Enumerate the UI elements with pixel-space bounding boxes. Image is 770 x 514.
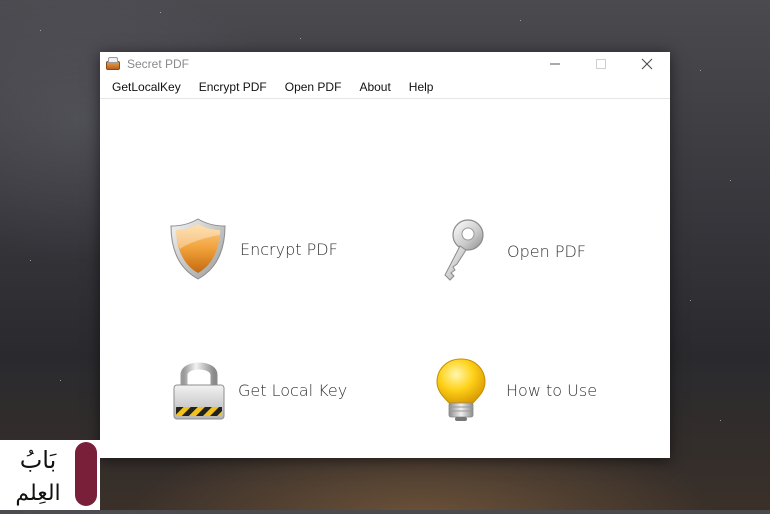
shield-icon [170,218,226,280]
close-button[interactable] [624,52,670,76]
get-local-key-label: Get Local Key [238,380,348,400]
open-pdf-tile[interactable]: Open PDF [435,217,586,285]
key-icon [444,219,484,281]
title-bar[interactable]: Secret PDF [100,52,670,76]
watermark-logo: بَابُ العِلم [0,440,100,510]
minimize-button[interactable] [532,52,578,76]
maximize-icon [596,59,606,69]
watermark-graphic: بَابُ العِلم [0,440,100,510]
watermark-text-line2: العِلم [15,481,60,506]
menu-bar: GetLocalKey Encrypt PDF Open PDF About H… [100,76,670,99]
open-pdf-label: Open PDF [507,241,586,261]
get-local-key-tile[interactable]: Get Local Key [170,357,347,423]
maximize-button[interactable] [578,52,624,76]
main-panel: Encrypt PDF Open PDF Get Local Key How t… [100,99,670,457]
how-to-use-tile[interactable]: How to Use [434,357,597,423]
menu-encrypt-pdf[interactable]: Encrypt PDF [190,76,276,98]
menu-help[interactable]: Help [400,76,443,98]
menu-getlocalkey[interactable]: GetLocalKey [103,76,190,98]
encrypt-pdf-tile[interactable]: Encrypt PDF [168,217,338,281]
minimize-icon [550,63,560,65]
how-to-use-label: How to Use [506,380,598,400]
app-window: Secret PDF GetLocalKey Encrypt PDF Open … [100,52,670,458]
watermark-text-line1: بَابُ [20,446,57,474]
window-title: Secret PDF [127,57,190,71]
padlock-icon [173,362,225,420]
menu-about[interactable]: About [350,76,399,98]
menu-open-pdf[interactable]: Open PDF [276,76,351,98]
close-icon [641,58,653,70]
encrypt-pdf-label: Encrypt PDF [240,239,338,259]
app-logo-icon [105,57,121,71]
lightbulb-icon [436,358,486,421]
